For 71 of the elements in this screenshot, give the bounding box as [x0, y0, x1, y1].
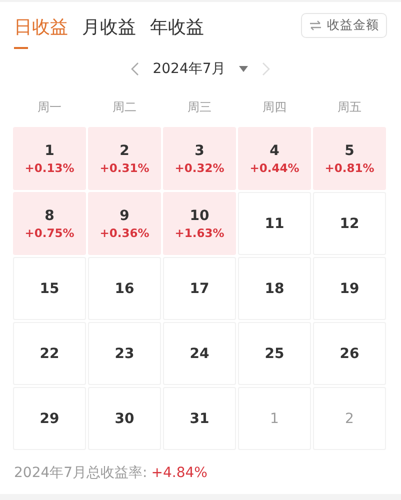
day-cell[interactable]: 9 +0.36%: [88, 192, 161, 255]
day-number: 11: [264, 216, 284, 232]
day-cell[interactable]: 15: [13, 257, 86, 320]
day-number: 17: [190, 280, 210, 296]
chevron-right-icon[interactable]: [262, 62, 270, 76]
day-number: 29: [40, 410, 60, 426]
day-return: +0.31%: [100, 160, 150, 174]
weekday-label: 周一: [36, 98, 62, 116]
day-return: +0.13%: [24, 160, 74, 174]
day-cell[interactable]: 3 +0.32%: [163, 127, 236, 190]
day-number: 2: [120, 142, 130, 158]
day-cell[interactable]: 30: [88, 387, 161, 450]
day-return: +0.32%: [174, 160, 224, 174]
day-number: 22: [40, 346, 60, 362]
weekday-label: 周四: [262, 98, 288, 116]
day-return: +0.44%: [250, 160, 300, 174]
day-number: 8: [44, 208, 54, 224]
day-number: 15: [40, 280, 60, 296]
day-number: 19: [340, 280, 360, 296]
day-cell[interactable]: 29: [13, 387, 86, 450]
day-return: +0.36%: [100, 226, 150, 240]
day-return: +1.63%: [174, 226, 224, 240]
day-cell[interactable]: 22: [13, 322, 86, 385]
day-cell[interactable]: 10 +1.63%: [163, 192, 236, 255]
weekday-label: 周五: [336, 98, 362, 116]
day-number: 1: [44, 142, 54, 158]
day-number: 26: [340, 346, 360, 362]
day-cell[interactable]: 2 +0.31%: [88, 127, 161, 190]
day-cell[interactable]: 18: [238, 257, 311, 320]
day-cell[interactable]: 1 +0.13%: [13, 127, 86, 190]
day-cell[interactable]: 23: [88, 322, 161, 385]
summary-value: +4.84%: [151, 465, 208, 481]
chevron-left-icon[interactable]: [130, 62, 139, 76]
day-number: 31: [190, 410, 210, 426]
day-number: 23: [114, 346, 134, 362]
day-cell[interactable]: 31: [163, 387, 236, 450]
day-number: 12: [340, 216, 360, 232]
day-cell[interactable]: 16: [88, 257, 161, 320]
day-number: 5: [344, 142, 354, 158]
day-number: 9: [120, 208, 130, 224]
swap-arrows-icon: [309, 20, 322, 30]
month-label[interactable]: 2024年7月: [152, 60, 226, 78]
day-number: 24: [190, 346, 210, 362]
day-cell[interactable]: 11: [238, 192, 311, 255]
day-number: 30: [114, 410, 134, 426]
day-number: 25: [264, 346, 284, 362]
day-number: 3: [194, 142, 204, 158]
day-number: 18: [264, 280, 284, 296]
day-cell[interactable]: 8 +0.75%: [13, 192, 86, 255]
day-cell[interactable]: 19: [313, 257, 386, 320]
tab[interactable]: 月收益: [82, 11, 136, 49]
weekday-label: 周三: [186, 98, 212, 116]
day-number: 10: [190, 208, 210, 224]
weekday-label: 周二: [112, 98, 138, 116]
day-cell[interactable]: 25: [238, 322, 311, 385]
day-cell[interactable]: 26: [313, 322, 386, 385]
day-number: 16: [114, 280, 134, 296]
day-cell[interactable]: 17: [163, 257, 236, 320]
summary-label: 2024年7月总收益率:: [14, 465, 148, 481]
dropdown-caret-icon[interactable]: [239, 66, 248, 72]
day-number: 2: [345, 410, 354, 426]
tab[interactable]: 年收益: [150, 11, 204, 49]
day-cell[interactable]: 12: [313, 192, 386, 255]
toggle-button[interactable]: 收益金额: [301, 12, 387, 38]
day-cell[interactable]: 24: [163, 322, 236, 385]
day-return: +0.75%: [24, 226, 74, 240]
day-return: +0.81%: [324, 160, 374, 174]
day-cell[interactable]: 4 +0.44%: [238, 127, 311, 190]
day-number: 1: [270, 410, 279, 426]
day-number: 4: [270, 142, 280, 158]
day-cell[interactable]: 5 +0.81%: [313, 127, 386, 190]
